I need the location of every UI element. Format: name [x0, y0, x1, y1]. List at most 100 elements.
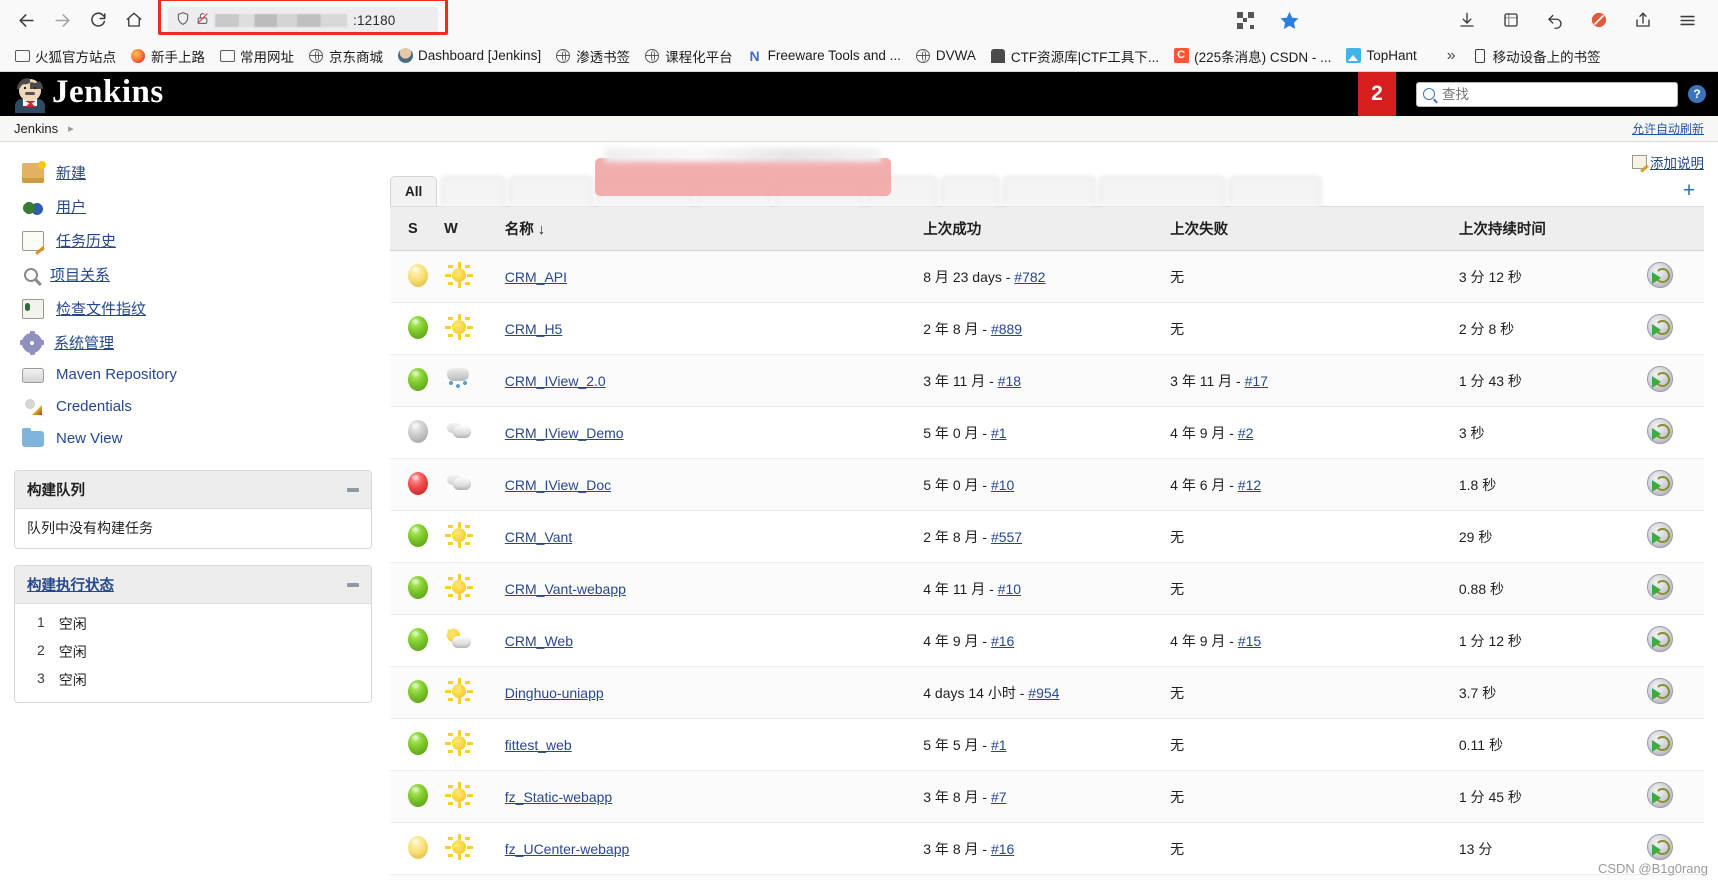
col-header-last-success[interactable]: 上次成功: [917, 206, 1165, 251]
breadcrumb-jenkins[interactable]: Jenkins: [14, 121, 58, 136]
tab-redacted[interactable]: [509, 176, 594, 206]
schedule-build-icon[interactable]: [1647, 730, 1674, 756]
table-row[interactable]: fittest_web 5 年 5 月 - #1 无 0.11 秒: [390, 718, 1704, 771]
schedule-build-icon[interactable]: [1647, 366, 1674, 392]
bookmark-star-icon[interactable]: [1274, 5, 1304, 35]
bookmarks-overflow-button[interactable]: »: [1439, 47, 1464, 65]
col-header-duration[interactable]: 上次持续时间: [1452, 206, 1642, 251]
bookmark-item[interactable]: DVWA: [909, 45, 982, 67]
tab-redacted[interactable]: [1003, 176, 1096, 206]
share-icon[interactable]: [1628, 5, 1658, 35]
build-number-link[interactable]: #17: [1245, 373, 1268, 389]
schedule-build-icon[interactable]: [1647, 522, 1674, 548]
search-input[interactable]: [1440, 85, 1671, 103]
jenkins-logo[interactable]: Jenkins: [0, 76, 164, 113]
bookmark-item[interactable]: 新手上路: [124, 43, 211, 69]
build-number-link[interactable]: #10: [998, 581, 1021, 597]
build-executor-title[interactable]: 构建执行状态: [27, 574, 114, 595]
table-row[interactable]: fz_WAPI3 年 8 月 - #73 年 8 月 - #829 秒: [390, 874, 1704, 880]
build-number-link[interactable]: #12: [1238, 477, 1261, 493]
bookmark-item[interactable]: N Freeware Tools and ...: [741, 45, 907, 67]
table-row[interactable]: CRM_H5 2 年 8 月 - #889 无 2 分 8 秒: [390, 302, 1704, 355]
col-header-weather[interactable]: W: [438, 206, 499, 251]
broken-lock-icon[interactable]: [196, 11, 209, 29]
build-number-link[interactable]: #889: [991, 321, 1022, 337]
table-row[interactable]: CRM_IView_2.0 3 年 11 月 - #18 3 年 11 月 - #1…: [390, 354, 1704, 407]
bookmark-item[interactable]: 京东商城: [302, 43, 389, 69]
add-view-button[interactable]: +: [1674, 176, 1704, 206]
search-box[interactable]: [1416, 81, 1678, 107]
col-header-status[interactable]: S: [390, 206, 439, 251]
tab-all[interactable]: All: [390, 176, 438, 206]
sidebar-item-manage[interactable]: 系统管理: [14, 326, 372, 360]
bookmark-item[interactable]: 常用网址: [213, 43, 300, 69]
build-number-link[interactable]: #7: [991, 789, 1007, 805]
build-number-link[interactable]: #15: [1238, 633, 1261, 649]
bookmark-item[interactable]: TopHant: [1339, 45, 1422, 67]
tab-redacted[interactable]: [697, 176, 772, 206]
table-row[interactable]: CRM_API 8 月 23 days - #782 无 3 分 12 秒: [390, 250, 1704, 303]
bookmark-item[interactable]: 渗透书签: [549, 43, 636, 69]
table-row[interactable]: CRM_Vant 2 年 8 月 - #557 无 29 秒: [390, 510, 1704, 563]
menu-icon[interactable]: [1672, 5, 1702, 35]
notification-badge[interactable]: 2: [1358, 72, 1396, 116]
job-link[interactable]: Dinghuo-uniapp: [505, 685, 604, 701]
sidebar-item-new-view[interactable]: New View: [14, 423, 372, 454]
sidebar-item-users[interactable]: 用户: [14, 190, 372, 224]
bookmark-item[interactable]: 火狐官方站点: [8, 43, 122, 69]
minus-icon[interactable]: [347, 582, 359, 587]
sidebar-item-build-history[interactable]: 任务历史: [14, 224, 372, 258]
table-row[interactable]: CRM_IView_Doc 5 年 0 月 - #10 4 年 6 月 - #12 1…: [390, 458, 1704, 511]
minus-icon[interactable]: [347, 487, 359, 492]
table-row[interactable]: CRM_Vant-webapp 4 年 11 月 - #10 无 0.88 秒: [390, 562, 1704, 615]
schedule-build-icon[interactable]: [1647, 314, 1674, 340]
job-link[interactable]: CRM_Vant: [505, 529, 572, 545]
schedule-build-icon[interactable]: [1647, 626, 1674, 652]
build-number-link[interactable]: #10: [991, 477, 1014, 493]
back-button[interactable]: [10, 4, 42, 36]
home-button[interactable]: [118, 4, 150, 36]
job-link[interactable]: CRM_IView_Doc: [505, 477, 611, 493]
build-number-link[interactable]: #16: [991, 633, 1014, 649]
schedule-build-icon[interactable]: [1647, 470, 1674, 496]
bookmark-item[interactable]: C (225条消息) CSDN - ...: [1167, 43, 1337, 69]
job-link[interactable]: CRM_Web: [505, 633, 573, 649]
build-number-link[interactable]: #1: [991, 737, 1007, 753]
bookmark-item-jenkins[interactable]: Dashboard [Jenkins]: [391, 45, 547, 67]
table-row[interactable]: fz_UCenter-webapp 3 年 8 月 - #16 无 13 分: [390, 822, 1704, 875]
job-link[interactable]: CRM_IView_Demo: [505, 425, 624, 441]
table-row[interactable]: fz_Static-webapp 3 年 8 月 - #7 无 1 分 45 秒: [390, 770, 1704, 823]
tab-redacted[interactable]: [867, 176, 938, 206]
address-bar[interactable]: :12180: [168, 7, 438, 33]
tab-redacted[interactable]: [1099, 176, 1226, 206]
tab-redacted[interactable]: [1229, 176, 1322, 206]
tab-redacted[interactable]: [941, 176, 1000, 206]
build-number-link[interactable]: #1: [991, 425, 1007, 441]
sidebar-item-project-relationship[interactable]: 项目关系: [14, 258, 372, 292]
job-link[interactable]: CRM_API: [505, 269, 567, 285]
reload-button[interactable]: [82, 4, 114, 36]
job-link[interactable]: CRM_IView_2.0: [505, 373, 606, 389]
schedule-build-icon[interactable]: [1647, 262, 1674, 288]
job-link[interactable]: fz_UCenter-webapp: [505, 841, 630, 857]
table-row[interactable]: CRM_IView_Demo 5 年 0 月 - #1 4 年 9 月 - #2 3 …: [390, 406, 1704, 459]
undo-icon[interactable]: [1540, 5, 1570, 35]
bookmark-item[interactable]: CTF资源库|CTF工具下...: [984, 43, 1165, 69]
schedule-build-icon[interactable]: [1647, 678, 1674, 704]
schedule-build-icon[interactable]: [1647, 834, 1674, 860]
sidebar-item-new[interactable]: 新建: [14, 156, 372, 190]
bookmark-item[interactable]: 课程化平台: [638, 43, 739, 69]
col-header-last-failure[interactable]: 上次失败: [1164, 206, 1453, 251]
build-number-link[interactable]: #954: [1028, 685, 1059, 701]
screenshot-icon[interactable]: [1496, 5, 1526, 35]
qr-code-icon[interactable]: [1230, 5, 1260, 35]
auto-refresh-link[interactable]: 允许自动刷新: [1632, 120, 1704, 137]
help-icon[interactable]: ?: [1688, 85, 1706, 103]
shield-blocked-icon[interactable]: [1584, 5, 1614, 35]
sidebar-item-credentials[interactable]: Credentials: [14, 390, 372, 423]
build-number-link[interactable]: #782: [1014, 269, 1045, 285]
tab-redacted[interactable]: [775, 176, 864, 206]
table-row[interactable]: Dinghuo-uniapp 4 days 14 小时 - #954 无 3.7 秒: [390, 666, 1704, 719]
table-row[interactable]: CRM_Web 4 年 9 月 - #16 4 年 9 月 - #15 1 分 12 …: [390, 614, 1704, 667]
build-number-link[interactable]: #18: [998, 373, 1021, 389]
